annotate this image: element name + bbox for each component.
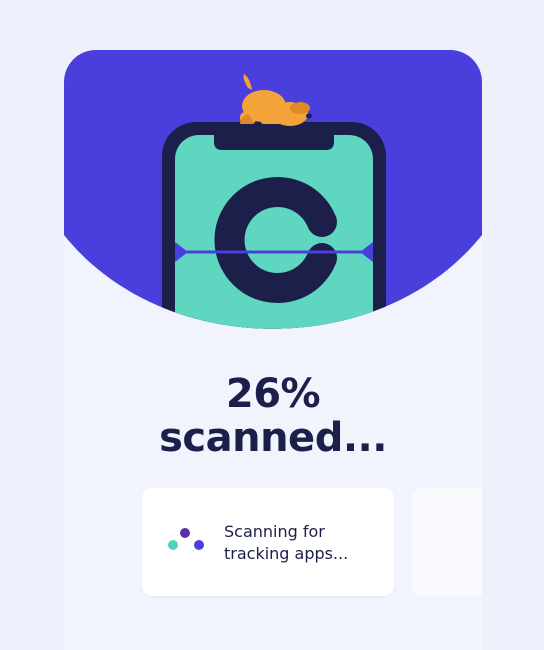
step-label: Scanning for tracking apps... — [224, 522, 349, 563]
scan-steps: Scanning for tracking apps... — [142, 488, 482, 596]
progress-percent: 26% — [225, 371, 321, 417]
step-card-next — [412, 488, 482, 596]
progress-status: scanned... — [159, 415, 387, 461]
loading-dots-icon — [164, 524, 206, 554]
scan-card: 26% scanned... Scanning for tracking app… — [64, 50, 482, 650]
phone-icon — [162, 122, 386, 329]
hero-illustration — [64, 50, 482, 350]
scan-progress: 26% scanned... — [64, 372, 482, 460]
step-card-tracking-apps: Scanning for tracking apps... — [142, 488, 394, 596]
